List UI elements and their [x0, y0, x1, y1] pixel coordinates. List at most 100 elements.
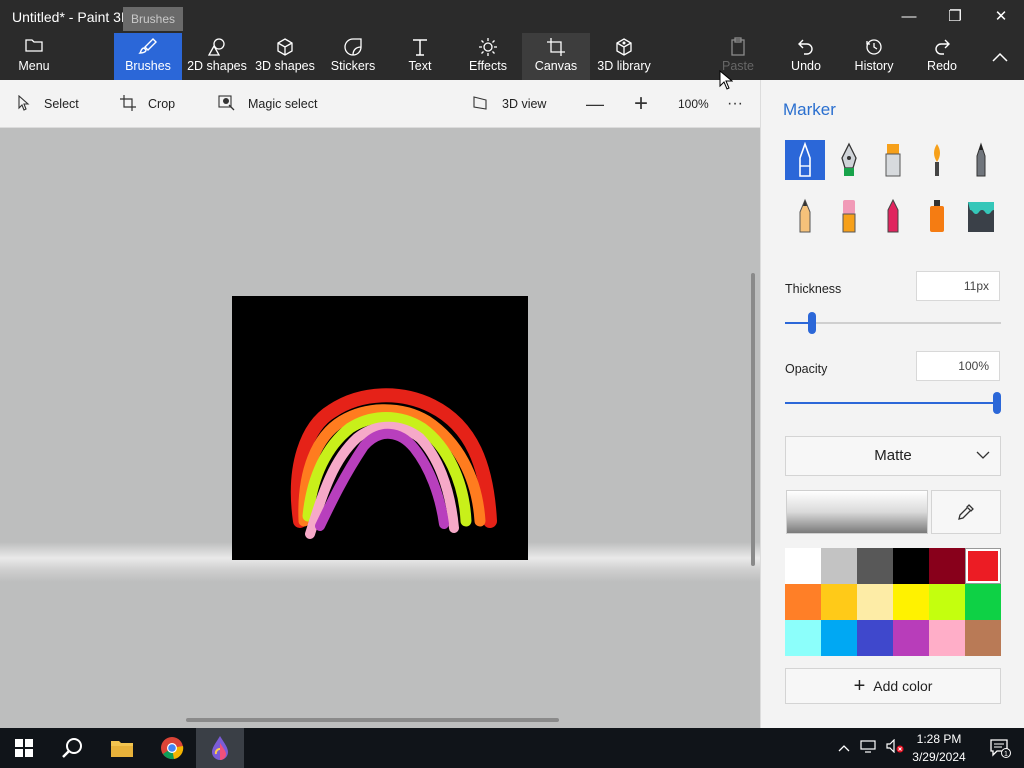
volume-muted-icon[interactable] — [886, 738, 904, 758]
magic-select-button[interactable]: Magic select — [218, 80, 317, 128]
paint3d-icon — [212, 736, 228, 760]
history-button[interactable]: History — [848, 33, 900, 80]
history-label: History — [854, 59, 894, 73]
notifications-button[interactable]: 1 — [976, 728, 1024, 768]
color-swatch[interactable] — [785, 620, 821, 656]
color-swatch[interactable] — [965, 620, 1001, 656]
color-swatch[interactable] — [929, 548, 965, 584]
crayon-brush[interactable] — [873, 196, 913, 236]
stickers-tab[interactable]: Stickers — [324, 33, 382, 80]
text-tab[interactable]: Text — [396, 33, 444, 80]
system-clock[interactable]: 1:28 PM 3/29/2024 — [908, 730, 970, 766]
zoom-level[interactable]: 100% — [678, 80, 709, 128]
2d-shapes-icon — [186, 37, 248, 59]
finish-dropdown[interactable]: Matte — [785, 436, 1001, 476]
brushes-label: Brushes — [125, 59, 171, 73]
color-swatch[interactable] — [965, 584, 1001, 620]
color-swatch[interactable] — [821, 548, 857, 584]
windows-logo-icon — [15, 739, 33, 757]
file-explorer-button[interactable] — [98, 728, 146, 768]
brush-icon — [114, 37, 182, 59]
3d-shapes-tab[interactable]: 3D shapes — [254, 33, 316, 80]
search-icon — [62, 738, 82, 758]
3d-view-button[interactable]: 3D view — [472, 80, 546, 128]
redo-button[interactable]: Redo — [920, 33, 964, 80]
watercolor-brush[interactable] — [917, 140, 957, 180]
minimize-button[interactable]: — — [886, 4, 932, 30]
color-swatch[interactable] — [785, 548, 821, 584]
start-button[interactable] — [0, 728, 48, 768]
opacity-slider-thumb[interactable] — [993, 392, 1001, 414]
opacity-slider[interactable] — [785, 392, 1001, 414]
thickness-input[interactable]: 11px — [916, 271, 1000, 301]
color-swatch[interactable] — [857, 548, 893, 584]
oil-brush-icon — [885, 144, 901, 177]
paint3d-window: Untitled* - Paint 3D Brushes — ❐ ✕ Menu … — [0, 0, 1024, 768]
crop-button[interactable]: Crop — [120, 80, 175, 128]
chevron-up-icon[interactable] — [838, 739, 850, 757]
zoom-in-button[interactable]: + — [634, 80, 648, 128]
spray-can-brush[interactable] — [917, 196, 957, 236]
chrome-button[interactable] — [148, 728, 196, 768]
color-swatch[interactable] — [929, 584, 965, 620]
canvas-tab[interactable]: Canvas — [522, 33, 590, 80]
calligraphy-pen-icon — [841, 142, 857, 176]
color-swatch[interactable] — [821, 584, 857, 620]
effects-tab[interactable]: Effects — [464, 33, 512, 80]
canvas-workspace[interactable] — [0, 128, 760, 728]
color-swatch[interactable] — [965, 548, 1001, 584]
spray-can-icon — [930, 200, 944, 232]
zoom-out-button[interactable]: — — [586, 80, 604, 128]
close-button[interactable]: ✕ — [978, 4, 1024, 30]
menu-button[interactable]: Menu — [8, 33, 60, 80]
chrome-icon — [161, 737, 184, 760]
thickness-slider[interactable] — [785, 312, 1001, 334]
undo-label: Undo — [791, 59, 821, 73]
color-palette — [785, 548, 1001, 656]
marker-brush[interactable] — [785, 140, 825, 180]
collapse-ribbon-button[interactable] — [980, 33, 1020, 80]
oil-brush[interactable] — [873, 140, 913, 180]
pixel-pen-icon — [976, 142, 986, 177]
panel-title: Marker — [783, 100, 836, 119]
pencil-brush[interactable] — [785, 196, 825, 236]
sticker-icon — [324, 37, 382, 59]
magic-select-icon — [218, 94, 236, 114]
folder-icon — [8, 37, 60, 59]
undo-button[interactable]: Undo — [784, 33, 828, 80]
calligraphy-pen-brush[interactable] — [829, 140, 869, 180]
eraser-brush[interactable] — [829, 196, 869, 236]
sun-icon — [464, 37, 512, 59]
3d-library-tab[interactable]: 3D library — [596, 33, 652, 80]
drawing-canvas[interactable] — [232, 296, 528, 560]
color-swatch[interactable] — [785, 584, 821, 620]
color-swatch[interactable] — [857, 584, 893, 620]
search-button[interactable] — [48, 728, 96, 768]
color-swatch[interactable] — [893, 584, 929, 620]
redo-label: Redo — [927, 59, 957, 73]
horizontal-scrollbar[interactable] — [186, 718, 559, 722]
network-icon[interactable] — [860, 739, 876, 758]
add-color-button[interactable]: + Add color — [785, 668, 1001, 704]
opacity-input[interactable]: 100% — [916, 351, 1000, 381]
fill-brush[interactable] — [961, 196, 1001, 236]
thickness-slider-thumb[interactable] — [808, 312, 816, 334]
eyedropper-icon — [958, 504, 974, 520]
vertical-scrollbar[interactable] — [751, 273, 755, 566]
color-swatch[interactable] — [821, 620, 857, 656]
2d-shapes-tab[interactable]: 2D shapes — [186, 33, 248, 80]
restore-button[interactable]: ❐ — [932, 4, 978, 30]
color-swatch[interactable] — [857, 620, 893, 656]
redo-icon — [920, 37, 964, 59]
paint3d-taskbar-button[interactable] — [196, 728, 244, 768]
brush-panel: Marker Thickness 11px Opacity 100% Matte… — [760, 80, 1024, 728]
color-swatch[interactable] — [893, 548, 929, 584]
eyedropper-button[interactable] — [931, 490, 1001, 534]
notification-count: 1 — [1004, 751, 1008, 758]
select-button[interactable]: Select — [16, 80, 79, 128]
brushes-tab[interactable]: Brushes — [114, 33, 182, 80]
color-swatch[interactable] — [893, 620, 929, 656]
color-swatch[interactable] — [929, 620, 965, 656]
chevron-down-icon — [976, 437, 990, 475]
pixel-pen-brush[interactable] — [961, 140, 1001, 180]
